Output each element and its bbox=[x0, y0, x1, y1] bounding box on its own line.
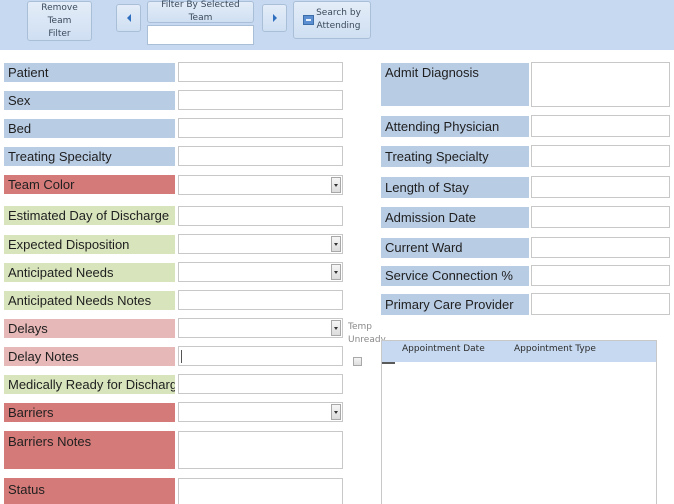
length-of-stay-label: Length of Stay bbox=[381, 177, 529, 198]
barriers-notes-field[interactable] bbox=[178, 431, 343, 469]
admit-diagnosis-label: Admit Diagnosis bbox=[381, 63, 529, 106]
selected-team-input[interactable] bbox=[147, 25, 254, 45]
search-by-attending-button[interactable]: Search by Attending bbox=[293, 1, 371, 39]
temp-unready-label-line1: Temp bbox=[348, 322, 372, 332]
patient-field[interactable] bbox=[178, 62, 343, 82]
appointment-type-column-header[interactable]: Appointment Type bbox=[514, 344, 596, 354]
toolbar: Remove Team Filter Filter By Selected Te… bbox=[0, 0, 674, 50]
sex-field[interactable] bbox=[178, 90, 343, 110]
barriers-label: Barriers bbox=[4, 403, 175, 422]
delays-dropdown-button[interactable] bbox=[331, 320, 341, 336]
medically-ready-for-discharge-field[interactable] bbox=[178, 374, 343, 394]
form-icon bbox=[303, 15, 315, 25]
anticipated-needs-notes-field[interactable] bbox=[178, 290, 343, 310]
appointment-date-column-header[interactable]: Appointment Date bbox=[402, 344, 485, 354]
temp-unready-checkbox[interactable] bbox=[353, 357, 362, 366]
barriers-combo[interactable] bbox=[178, 402, 343, 422]
sex-label: Sex bbox=[4, 91, 175, 110]
chevron-down-icon bbox=[334, 326, 338, 330]
attending-physician-label: Attending Physician bbox=[381, 116, 529, 137]
delay-notes-label: Delay Notes bbox=[4, 347, 175, 366]
primary-care-provider-field[interactable] bbox=[531, 293, 670, 315]
service-connection-label: Service Connection % bbox=[381, 266, 529, 286]
remove-team-filter-label-line2: Filter bbox=[48, 28, 71, 39]
length-of-stay-field[interactable] bbox=[531, 176, 670, 198]
filter-by-selected-team-button[interactable]: Filter By Selected Team bbox=[147, 0, 254, 23]
treating-specialty-label: Treating Specialty bbox=[4, 147, 175, 166]
search-by-attending-label-line2: Attending bbox=[316, 21, 361, 31]
treating-specialty-field[interactable] bbox=[178, 146, 343, 166]
next-team-button[interactable] bbox=[262, 4, 287, 32]
primary-care-provider-label: Primary Care Provider bbox=[381, 294, 529, 315]
triangle-right-icon bbox=[272, 14, 277, 22]
barriers-notes-label: Barriers Notes bbox=[4, 431, 175, 469]
estimated-day-of-discharge-field[interactable] bbox=[178, 206, 343, 226]
delay-notes-field[interactable] bbox=[178, 346, 343, 366]
appointments-header: Appointment Date Appointment Type bbox=[382, 340, 656, 362]
status-field[interactable] bbox=[178, 478, 343, 504]
right-treating-specialty-label: Treating Specialty bbox=[381, 146, 529, 167]
chevron-down-icon bbox=[334, 270, 338, 274]
bed-label: Bed bbox=[4, 119, 175, 138]
expected-disposition-dropdown-button[interactable] bbox=[331, 236, 341, 252]
chevron-down-icon bbox=[334, 242, 338, 246]
new-record-row-marker[interactable] bbox=[382, 362, 395, 364]
team-color-dropdown-button[interactable] bbox=[331, 177, 341, 193]
remove-team-filter-button[interactable]: Remove Team Filter bbox=[27, 1, 92, 41]
attending-physician-field[interactable] bbox=[531, 115, 670, 137]
anticipated-needs-notes-label: Anticipated Needs Notes bbox=[4, 291, 175, 310]
anticipated-needs-combo[interactable] bbox=[178, 262, 343, 282]
current-ward-field[interactable] bbox=[531, 237, 670, 258]
filter-by-selected-team-label: Filter By Selected Team bbox=[161, 0, 240, 23]
right-treating-specialty-field[interactable] bbox=[531, 145, 670, 167]
estimated-day-of-discharge-label: Estimated Day of Discharge bbox=[4, 206, 175, 225]
admission-date-field[interactable] bbox=[531, 206, 670, 228]
anticipated-needs-label: Anticipated Needs bbox=[4, 263, 175, 282]
previous-team-button[interactable] bbox=[116, 4, 141, 32]
expected-disposition-label: Expected Disposition bbox=[4, 235, 175, 254]
bed-field[interactable] bbox=[178, 118, 343, 138]
triangle-left-icon bbox=[126, 14, 131, 22]
patient-label: Patient bbox=[4, 63, 175, 82]
current-ward-label: Current Ward bbox=[381, 238, 529, 258]
anticipated-needs-dropdown-button[interactable] bbox=[331, 264, 341, 280]
service-connection-field[interactable] bbox=[531, 265, 670, 286]
delays-label: Delays bbox=[4, 319, 175, 338]
status-label: Status bbox=[4, 478, 175, 504]
delays-combo[interactable] bbox=[178, 318, 343, 338]
team-color-label: Team Color bbox=[4, 175, 175, 194]
expected-disposition-combo[interactable] bbox=[178, 234, 343, 254]
chevron-down-icon bbox=[334, 410, 338, 414]
remove-team-filter-label-line1: Remove Team bbox=[41, 2, 78, 26]
team-color-combo[interactable] bbox=[178, 175, 343, 195]
search-by-attending-label-line1: Search by bbox=[316, 8, 361, 18]
medically-ready-for-discharge-label: Medically Ready for Discharge bbox=[4, 375, 175, 394]
admission-date-label: Admission Date bbox=[381, 207, 529, 228]
admit-diagnosis-field[interactable] bbox=[531, 62, 670, 107]
barriers-dropdown-button[interactable] bbox=[331, 404, 341, 420]
appointments-subform[interactable]: Appointment Date Appointment Type bbox=[381, 340, 657, 504]
text-cursor bbox=[181, 350, 182, 363]
chevron-down-icon bbox=[334, 183, 338, 187]
